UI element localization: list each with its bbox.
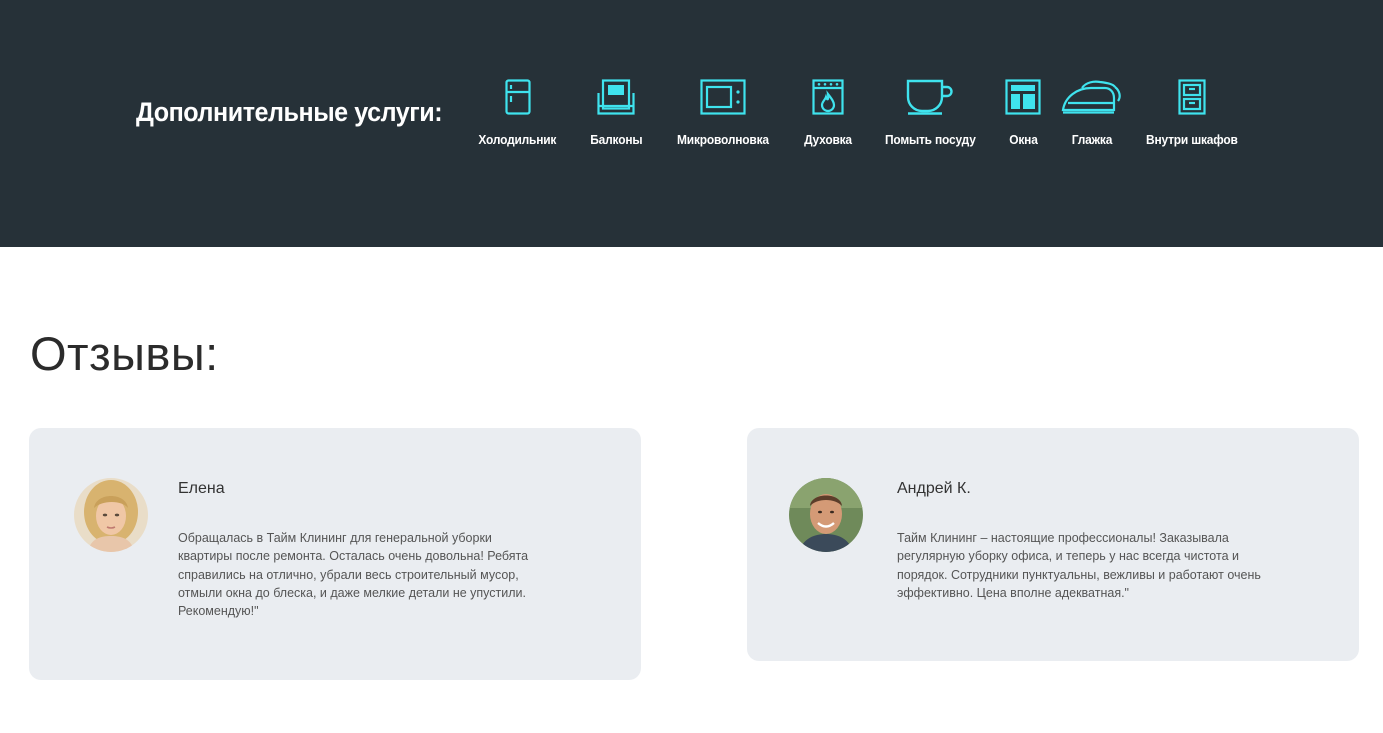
service-label: Помыть посуду [884, 132, 976, 147]
additional-services-section: Дополнительные услуги: Холодильник Балко… [0, 0, 1383, 247]
service-cabinets[interactable]: Внутри шкафов [1140, 78, 1244, 158]
service-label: Внутри шкафов [1146, 132, 1238, 147]
service-label: Микроволновка [676, 132, 769, 147]
reviews-title: Отзывы: [30, 327, 219, 380]
cup-icon [906, 78, 954, 116]
review-card: Андрей К. Тайм Клининг – настоящие профе… [747, 428, 1359, 661]
review-text: Обращалась в Тайм Клининг для генерально… [178, 531, 529, 619]
review-card: Елена Обращалась в Тайм Клининг для гене… [29, 428, 641, 680]
service-microwave[interactable]: Микроволновка [670, 78, 775, 158]
service-oven[interactable]: Духовка [794, 78, 862, 158]
avatar [789, 478, 863, 552]
service-label: Глажка [1071, 132, 1113, 147]
service-label: Окна [1008, 132, 1038, 147]
reviewer-name: Елена [178, 480, 225, 497]
avatar [74, 478, 148, 552]
services-title: Дополнительные услуги: [136, 97, 443, 127]
service-balcony[interactable]: Балконы [576, 78, 656, 158]
service-ironing[interactable]: Глажка [1058, 78, 1126, 158]
microwave-icon [699, 78, 746, 116]
service-dishes[interactable]: Помыть посуду [876, 78, 984, 158]
service-label: Холодильник [478, 132, 557, 147]
service-fridge[interactable]: Холодильник [470, 78, 565, 158]
reviewer-name: Андрей К. [897, 480, 971, 497]
iron-icon [1060, 78, 1124, 116]
cabinet-icon [1178, 78, 1206, 116]
service-label: Духовка [804, 132, 852, 147]
balcony-icon [597, 78, 635, 116]
service-label: Балконы [589, 132, 643, 147]
fridge-icon [504, 78, 531, 116]
oven-icon [812, 78, 844, 116]
window-icon [1005, 78, 1041, 116]
review-text: Тайм Клининг – настоящие профессионалы! … [897, 531, 1261, 600]
service-windows[interactable]: Окна [996, 78, 1050, 158]
